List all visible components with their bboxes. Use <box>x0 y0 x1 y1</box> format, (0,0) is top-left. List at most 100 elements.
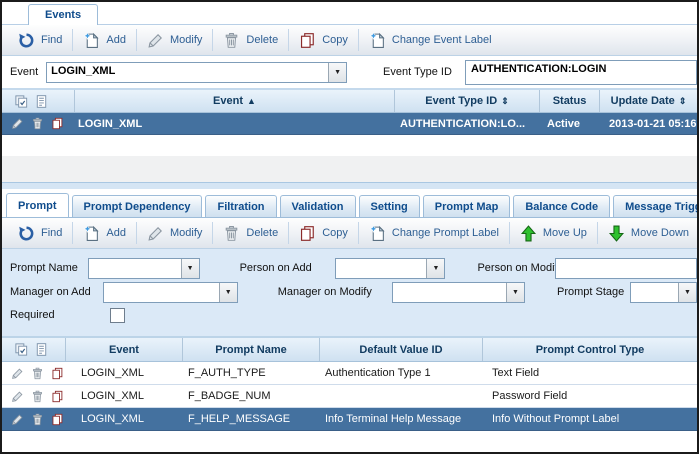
person-on-modify-value <box>556 259 696 278</box>
prompt-copy-button[interactable]: Copy <box>288 222 358 244</box>
tab-validation[interactable]: Validation <box>280 195 356 217</box>
manager-on-modify-label: Manager on Modify <box>278 286 393 298</box>
column-header-event-label: Event <box>213 95 243 107</box>
tab-prompt-dependency-label: Prompt Dependency <box>84 201 191 213</box>
tab-prompt-dependency[interactable]: Prompt Dependency <box>72 195 203 217</box>
move-up-label: Move Up <box>543 227 587 239</box>
events-grid-header: Event ▲ Event Type ID ⇕ Status Update Da… <box>2 90 697 113</box>
manager-on-add-combobox[interactable] <box>103 282 237 303</box>
prompt-add-button[interactable]: Add <box>72 222 136 244</box>
multi-select-icon[interactable] <box>14 94 29 109</box>
delete-row-icon[interactable] <box>31 117 44 130</box>
prompts-table-row[interactable]: LOGIN_XML F_HELP_MESSAGE Info Terminal H… <box>2 408 697 431</box>
column-header-event-type-id[interactable]: Event Type ID ⇕ <box>394 90 539 112</box>
chevron-down-icon[interactable] <box>328 63 346 82</box>
delete-row-icon[interactable] <box>31 413 44 426</box>
column-header-default-value-id-label: Default Value ID <box>359 344 442 356</box>
move-down-button[interactable]: Move Down <box>597 222 699 244</box>
copy-row-icon[interactable] <box>51 413 64 426</box>
prompt-stage-value <box>631 283 678 302</box>
sort-both-icon: ⇕ <box>679 96 687 107</box>
modify-button[interactable]: Modify <box>136 29 212 51</box>
cell-event: LOGIN_XML <box>65 390 182 402</box>
column-header-update-date[interactable]: Update Date ⇕ <box>599 90 697 112</box>
delete-icon <box>223 32 240 49</box>
required-checkbox[interactable] <box>110 308 125 323</box>
column-header-status[interactable]: Status <box>539 90 599 112</box>
prompts-table-row[interactable]: LOGIN_XML F_AUTH_TYPE Authentication Typ… <box>2 362 697 385</box>
events-table-row[interactable]: LOGIN_XML AUTHENTICATION:LO... Active 20… <box>2 113 697 135</box>
chevron-down-icon[interactable] <box>219 283 237 302</box>
cell-event: LOGIN_XML <box>65 413 182 425</box>
prompt-modify-button[interactable]: Modify <box>136 222 212 244</box>
column-header-prompt-control-type[interactable]: Prompt Control Type <box>482 338 697 361</box>
cell-event: LOGIN_XML <box>65 367 182 379</box>
prompts-table-row[interactable]: LOGIN_XML F_BADGE_NUM Password Field <box>2 385 697 408</box>
cell-default-value-id: Authentication Type 1 <box>319 367 482 379</box>
tab-events[interactable]: Events <box>28 4 98 25</box>
chevron-down-icon[interactable] <box>181 259 199 278</box>
chevron-down-icon[interactable] <box>678 283 696 302</box>
prompt-find-button[interactable]: Find <box>8 222 72 244</box>
report-icon[interactable] <box>34 342 49 357</box>
column-header-event[interactable]: Event ▲ <box>74 90 394 112</box>
event-type-id-field[interactable]: AUTHENTICATION:LOGIN <box>465 60 697 85</box>
change-prompt-label-button[interactable]: Change Prompt Label <box>358 222 509 244</box>
edit-row-icon[interactable] <box>11 117 24 130</box>
copy-row-icon[interactable] <box>51 117 64 130</box>
manager-on-add-value <box>104 283 218 302</box>
person-on-add-value <box>336 259 427 278</box>
events-grid-icon-header <box>2 90 74 112</box>
tab-events-label: Events <box>45 9 81 21</box>
edit-row-icon[interactable] <box>11 390 24 403</box>
prompt-form: Prompt Name Person on Add Person on Modi… <box>2 249 697 336</box>
event-combobox-value: LOGIN_XML <box>47 63 328 82</box>
delete-button[interactable]: Delete <box>212 29 288 51</box>
edit-row-icon[interactable] <box>11 413 24 426</box>
column-header-prompt-name[interactable]: Prompt Name <box>182 338 319 361</box>
tab-message-trigger[interactable]: Message Trigger <box>613 195 697 217</box>
prompt-name-combobox[interactable] <box>88 258 200 279</box>
prompt-tabs: Prompt Prompt Dependency Filtration Vali… <box>2 189 697 218</box>
copy-button[interactable]: Copy <box>288 29 358 51</box>
sort-both-icon: ⇕ <box>501 96 509 107</box>
multi-select-icon[interactable] <box>14 342 29 357</box>
change-event-label-button[interactable]: Change Event Label <box>358 29 502 51</box>
prompt-stage-combobox[interactable] <box>630 282 697 303</box>
column-header-event[interactable]: Event <box>65 338 182 361</box>
tab-balance-code-label: Balance Code <box>525 201 598 213</box>
chevron-down-icon[interactable] <box>426 259 444 278</box>
copy-row-icon[interactable] <box>51 390 64 403</box>
column-header-prompt-control-type-label: Prompt Control Type <box>536 344 645 356</box>
person-on-modify-combobox[interactable] <box>555 258 697 279</box>
column-header-default-value-id[interactable]: Default Value ID <box>319 338 482 361</box>
person-on-add-combobox[interactable] <box>335 258 446 279</box>
move-up-icon <box>520 225 537 242</box>
manager-on-modify-combobox[interactable] <box>392 282 525 303</box>
tab-balance-code[interactable]: Balance Code <box>513 195 610 217</box>
add-label: Add <box>106 34 126 46</box>
edit-row-icon[interactable] <box>11 367 24 380</box>
tab-filtration[interactable]: Filtration <box>205 195 276 217</box>
prompts-grid-empty-area <box>2 431 697 452</box>
cell-prompt-name: F_HELP_MESSAGE <box>182 413 319 425</box>
add-icon <box>83 225 100 242</box>
move-up-button[interactable]: Move Up <box>509 222 597 244</box>
change-prompt-label-label: Change Prompt Label <box>392 227 499 239</box>
delete-row-icon[interactable] <box>31 390 44 403</box>
event-type-id-label: Event Type ID <box>383 66 452 78</box>
delete-row-icon[interactable] <box>31 367 44 380</box>
cell-status: Active <box>539 118 599 130</box>
form-row-2: Manager on Add Manager on Modify Prompt … <box>2 280 697 304</box>
cell-default-value-id: Info Terminal Help Message <box>319 413 482 425</box>
add-button[interactable]: Add <box>72 29 136 51</box>
tab-setting[interactable]: Setting <box>359 195 420 217</box>
prompt-delete-button[interactable]: Delete <box>212 222 288 244</box>
chevron-down-icon[interactable] <box>506 283 524 302</box>
tab-prompt-map[interactable]: Prompt Map <box>423 195 511 217</box>
copy-row-icon[interactable] <box>51 367 64 380</box>
event-combobox[interactable]: LOGIN_XML <box>46 62 347 83</box>
find-button[interactable]: Find <box>8 29 72 51</box>
report-icon[interactable] <box>34 94 49 109</box>
tab-prompt[interactable]: Prompt <box>6 193 69 218</box>
